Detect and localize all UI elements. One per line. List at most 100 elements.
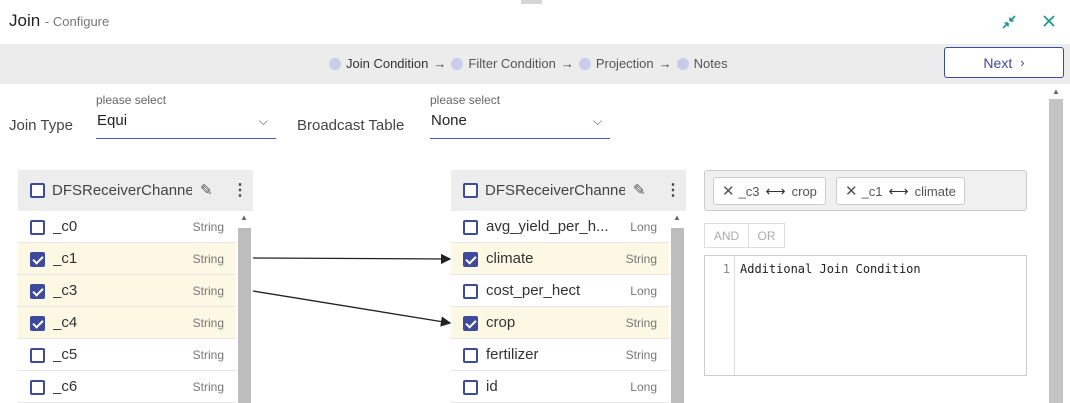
step-arrow-icon: →: [433, 56, 447, 71]
column-row[interactable]: climate String: [451, 243, 669, 275]
column-row[interactable]: id Long: [451, 371, 669, 403]
column-checkbox[interactable]: [30, 380, 45, 395]
column-row[interactable]: avg_yield_per_h... Long: [451, 211, 669, 243]
column-type: String: [192, 348, 224, 362]
column-name: avg_yield_per_h...: [486, 218, 609, 235]
broadcast-table-select[interactable]: please select None ⌵: [430, 93, 610, 139]
column-row[interactable]: _c1 String: [18, 243, 236, 275]
broadcast-table-label: Broadcast Table: [297, 117, 405, 134]
column-row[interactable]: _c5 String: [18, 339, 236, 371]
join-type-select[interactable]: please select Equi ⌵: [96, 93, 276, 139]
wizard-stepbar: Join Condition → Filter Condition → Proj…: [0, 44, 1070, 84]
step-arrow-icon: →: [560, 56, 574, 71]
collapse-arrows-icon[interactable]: [1000, 14, 1018, 32]
column-checkbox[interactable]: [30, 220, 45, 235]
column-name: climate: [486, 250, 534, 267]
broadcast-table-hint: please select: [430, 93, 501, 107]
column-checkbox[interactable]: [463, 220, 478, 235]
main-scrollbar[interactable]: ▲: [1049, 87, 1063, 403]
dialog-subtitle: - Configure: [44, 14, 110, 29]
step-label: Notes: [693, 56, 728, 71]
additional-condition-editor[interactable]: 1 Additional Join Condition: [704, 255, 1027, 376]
join-pair-chip[interactable]: ✕ _c1 ⟷ climate: [836, 177, 965, 205]
step-projection[interactable]: Projection: [578, 56, 654, 71]
scroll-up-icon[interactable]: ▲: [240, 213, 248, 222]
column-name: id: [486, 378, 498, 395]
select-all-checkbox[interactable]: [30, 183, 45, 198]
or-button[interactable]: OR: [749, 223, 785, 248]
column-checkbox[interactable]: [30, 348, 45, 363]
column-row[interactable]: _c4 String: [18, 307, 236, 339]
and-button[interactable]: AND: [704, 223, 749, 248]
link-arrows-icon: ⟷: [888, 182, 909, 199]
scroll-up-icon[interactable]: ▲: [1052, 87, 1060, 96]
left-table-name: DFSReceiverChannel: [52, 182, 192, 199]
dialog-titlebar: Join - Configure: [0, 0, 1070, 44]
pencil-icon[interactable]: ✎: [633, 181, 646, 199]
wizard-steps: Join Condition → Filter Condition → Proj…: [329, 56, 728, 71]
column-type: String: [192, 316, 224, 330]
dialog-title: Join - Configure: [9, 11, 109, 31]
resize-grip[interactable]: [521, 0, 542, 4]
step-label: Projection: [595, 56, 654, 71]
column-type: String: [192, 284, 224, 298]
right-table-name: DFSReceiverChannel: [485, 182, 625, 199]
step-notes[interactable]: Notes: [676, 56, 728, 71]
column-name: cost_per_hect: [486, 282, 581, 299]
scrollbar-thumb[interactable]: [1049, 99, 1063, 403]
column-name: _c6: [53, 378, 78, 395]
column-row[interactable]: _c0 String: [18, 211, 236, 243]
column-type: String: [192, 252, 224, 266]
column-checkbox[interactable]: [30, 316, 45, 331]
scrollbar-thumb[interactable]: [671, 228, 684, 403]
dialog-title-text: Join: [9, 11, 41, 30]
column-checkbox[interactable]: [463, 348, 478, 363]
scrollbar-thumb[interactable]: [238, 228, 251, 403]
logic-operator-group: AND OR: [704, 223, 785, 248]
step-dot-icon: [329, 57, 341, 70]
column-name: fertilizer: [486, 346, 539, 363]
column-checkbox[interactable]: [463, 284, 478, 299]
column-type: Long: [630, 220, 657, 234]
join-type-label: Join Type: [9, 117, 73, 134]
remove-icon[interactable]: ✕: [722, 182, 735, 200]
broadcast-table-value: None: [431, 112, 467, 129]
editor-text[interactable]: Additional Join Condition: [740, 262, 921, 276]
join-type-value: Equi: [97, 112, 128, 129]
column-row[interactable]: _c6 String: [18, 371, 236, 403]
column-row[interactable]: fertilizer String: [451, 339, 669, 371]
right-table-header: DFSReceiverChannel ✎ ⋮: [451, 170, 686, 211]
step-dot-icon: [676, 57, 689, 70]
left-scrollbar[interactable]: ▲: [236, 211, 253, 403]
close-icon[interactable]: [1040, 14, 1058, 32]
chevron-down-icon: ⌵: [258, 114, 268, 128]
column-checkbox[interactable]: [30, 284, 45, 299]
column-row[interactable]: _c3 String: [18, 275, 236, 307]
join-condition-chips: ✕ _c3 ⟷ crop ✕ _c1 ⟷ climate: [704, 170, 1027, 211]
column-row[interactable]: cost_per_hect Long: [451, 275, 669, 307]
broadcast-table-value-box[interactable]: None ⌵: [430, 112, 610, 139]
select-all-checkbox[interactable]: [463, 183, 478, 198]
pencil-icon[interactable]: ✎: [200, 181, 213, 199]
right-column-list: avg_yield_per_h... Long climate String cost_…: [451, 211, 669, 403]
right-scrollbar[interactable]: ▲: [669, 211, 686, 403]
column-checkbox[interactable]: [30, 252, 45, 267]
kebab-menu-icon[interactable]: ⋮: [232, 180, 248, 200]
column-name: _c4: [53, 314, 78, 331]
scroll-up-icon[interactable]: ▲: [673, 213, 681, 222]
join-type-value-box[interactable]: Equi ⌵: [96, 112, 276, 139]
column-checkbox[interactable]: [463, 252, 478, 267]
remove-icon[interactable]: ✕: [845, 182, 858, 200]
column-type: Long: [630, 380, 657, 394]
next-button[interactable]: Next ›: [944, 47, 1064, 78]
link-arrows-icon: ⟷: [765, 182, 786, 199]
kebab-menu-icon[interactable]: ⋮: [665, 180, 681, 200]
join-pair-chip[interactable]: ✕ _c3 ⟷ crop: [713, 177, 826, 205]
step-filter-condition[interactable]: Filter Condition: [451, 56, 556, 71]
join-pair-left: _c3: [738, 183, 760, 199]
column-checkbox[interactable]: [463, 380, 478, 395]
step-join-condition[interactable]: Join Condition: [329, 56, 428, 71]
step-arrow-icon: →: [658, 56, 672, 71]
column-checkbox[interactable]: [463, 316, 478, 331]
column-row[interactable]: crop String: [451, 307, 669, 339]
